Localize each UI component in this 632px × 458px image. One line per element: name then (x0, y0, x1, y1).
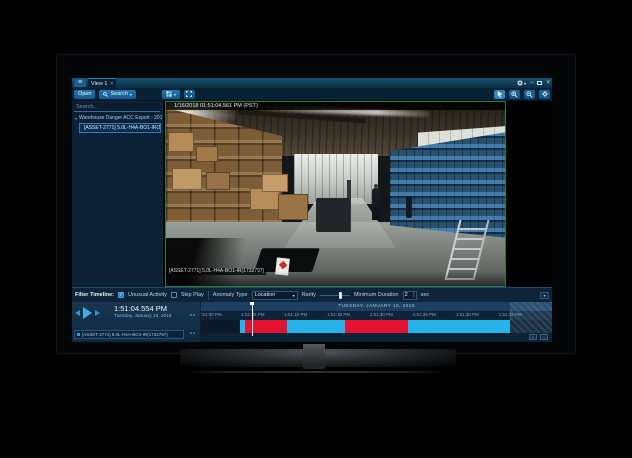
playback-panel: 1:51:04.554 PM Tuesday, January 16, 2018… (72, 302, 186, 342)
search-button[interactable]: Search ▾ (99, 90, 135, 99)
layout-button[interactable]: ▾ (162, 90, 180, 99)
playback-controls (75, 307, 100, 319)
search-input[interactable] (74, 103, 160, 112)
minimum-duration-label: Minimum Duration (354, 292, 399, 298)
scene-forklift (316, 198, 350, 232)
monitor-stand-neck (303, 344, 325, 369)
camera-video-frame[interactable]: 1/16/2018 01:51:04.561 PM (PST) [ASSET-2… (165, 101, 506, 287)
sidebar-item-export-folder[interactable]: ▾ Warehouse Danger ACC Export - 2018-01 (72, 114, 162, 122)
scene-person (372, 188, 380, 220)
display-settings-button[interactable] (539, 90, 550, 99)
filter-timeline-bar: Filter Timeline: ✓ Unusual Activity ✓ Sk… (72, 287, 552, 302)
tree-folder-label: Warehouse Danger ACC Export - 2018-01 (79, 115, 162, 121)
playback-timeline-section: 1:51:04.554 PM Tuesday, January 16, 2018… (72, 302, 552, 342)
track-label-text: [ASSET-2771] 5.0L-H4A-BO1-IR(1732797) (82, 332, 168, 337)
tree-camera-label: [ASSET-2771] 5.0L-H4A-BO1-IR(1 (84, 125, 161, 131)
main-toolbar: Open Search ▾ ▾ (72, 88, 552, 101)
gear-icon (542, 91, 548, 97)
grid-layout-icon (166, 91, 172, 97)
stepper-down-icon[interactable]: ▾ (413, 295, 415, 298)
zoom-out-tool-button[interactable] (524, 90, 535, 99)
timeline-zoom-out-icon[interactable]: − (540, 334, 548, 340)
caret-down-icon: ▾ (293, 293, 295, 298)
playback-current-date: Tuesday, January 16, 2018 (114, 314, 186, 319)
close-window-button[interactable]: × (546, 80, 550, 86)
open-button[interactable]: Open (74, 90, 95, 99)
panel-splitter[interactable] (186, 302, 200, 342)
timeline-zoom-in-icon[interactable]: + (529, 334, 537, 340)
open-button-label: Open (78, 91, 91, 97)
anomaly-type-dropdown[interactable]: Location ▾ (252, 291, 298, 300)
zoom-in-tool-button[interactable] (509, 90, 520, 99)
minimize-button[interactable]: − (530, 80, 534, 86)
camera-track-label[interactable]: [ASSET-2771] 5.0L-H4A-BO1-IR(1732797) (74, 330, 184, 339)
tab-bar: ≡ View 1 × ▾ − × (72, 78, 552, 88)
filter-timeline-title: Filter Timeline: (75, 292, 114, 298)
anomaly-type-value: Location (255, 292, 276, 298)
rarity-slider[interactable] (320, 292, 350, 299)
timeline-activity-bar (201, 320, 552, 333)
caret-down-icon: ▾ (524, 81, 526, 86)
cursor-arrow-icon (497, 91, 503, 98)
rarity-slider-track (320, 295, 350, 297)
caret-down-icon: ▾ (174, 92, 176, 97)
pan-tool-button[interactable] (494, 90, 505, 99)
tab-close-icon[interactable]: × (110, 81, 113, 87)
fullscreen-icon (186, 91, 192, 97)
minimum-duration-value: 2 (405, 292, 408, 298)
scene-person (406, 196, 412, 218)
timeline-segment-unusual (345, 320, 409, 333)
tree-expand-icon[interactable]: ▾ (75, 116, 77, 121)
main-content: ▾ Warehouse Danger ACC Export - 2018-01 … (72, 101, 552, 287)
minimum-duration-stepper[interactable]: 2 ▴ ▾ (403, 291, 417, 300)
search-button-label: Search (110, 91, 127, 97)
video-pane: 1/16/2018 01:51:04.561 PM (PST) [ASSET-2… (163, 101, 552, 287)
timeline-segment-activity (408, 320, 510, 333)
sidebar: ▾ Warehouse Danger ACC Export - 2018-01 … (72, 101, 163, 287)
timeline[interactable]: TUESDAY, JANUARY 16, 2018 1:51:00 PM1:51… (200, 302, 552, 342)
check-icon: ✓ (119, 293, 123, 298)
timeline-segment-activity (287, 320, 345, 333)
menu-icon[interactable]: ≡ (74, 79, 86, 87)
skip-play-label: Skip Play (181, 292, 204, 298)
caret-down-icon: ▾ (130, 92, 132, 97)
video-management-app-window: ≡ View 1 × ▾ − × Open Search ▾ ▾ (72, 78, 552, 342)
playback-current-time: 1:51:04.554 PM (114, 304, 186, 313)
restore-window-button[interactable] (537, 81, 542, 85)
video-timestamp-overlay: 1/16/2018 01:51:04.561 PM (PST) (166, 102, 505, 110)
video-camera-label-overlay: [ASSET-2771] 5.0L-H4A-BO1-IR(1732797) (167, 268, 266, 275)
anomaly-type-label: Anomaly Type (213, 292, 248, 298)
rarity-slider-handle[interactable] (339, 292, 342, 299)
sidebar-item-camera-selected[interactable]: [ASSET-2771] 5.0L-H4A-BO1-IR(1 (79, 123, 161, 133)
fullscreen-button[interactable] (184, 90, 195, 99)
unusual-activity-checkbox[interactable]: ✓ (118, 292, 124, 298)
gear-icon (517, 80, 523, 86)
settings-menu-button[interactable]: ▾ (517, 80, 526, 86)
rarity-label: Rarity (302, 292, 316, 298)
zoom-in-icon (511, 91, 518, 98)
tab-view-1[interactable]: View 1 × (88, 78, 116, 88)
step-backward-button[interactable] (75, 310, 80, 316)
timeline-playhead[interactable] (252, 304, 253, 336)
skip-play-checkbox[interactable]: ✓ (171, 292, 177, 298)
unusual-activity-label: Unusual Activity (128, 292, 167, 298)
zoom-out-icon (526, 91, 533, 98)
search-icon (103, 92, 108, 97)
tab-label: View 1 (91, 81, 107, 87)
monitor-base-reflection (183, 371, 449, 373)
track-color-swatch (77, 333, 80, 336)
minimum-duration-unit: sec (421, 292, 430, 298)
window-controls: ▾ − × (517, 78, 550, 88)
timeline-future-zone (510, 302, 552, 333)
step-forward-button[interactable] (95, 310, 100, 316)
collapse-timeline-icon[interactable]: ▾ (540, 292, 549, 299)
play-button[interactable] (83, 307, 92, 319)
